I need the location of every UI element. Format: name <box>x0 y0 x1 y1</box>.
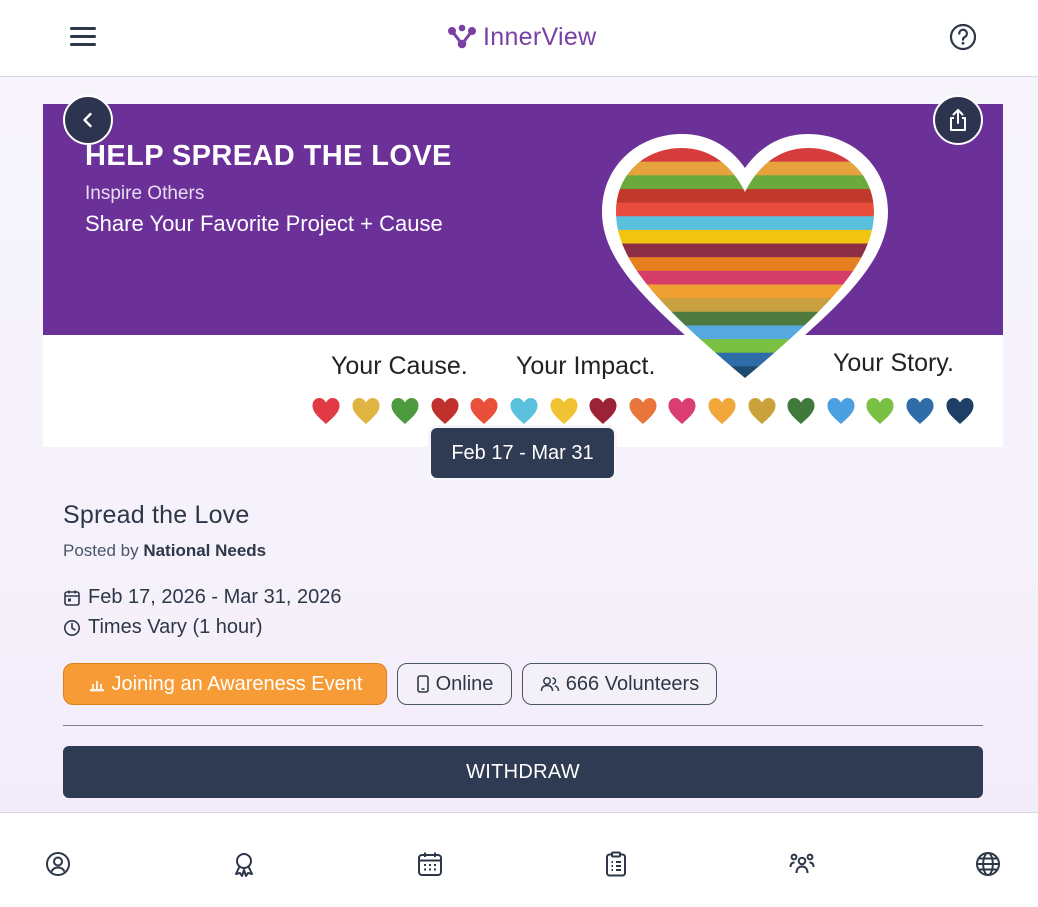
bottom-tab-bar <box>0 812 1038 907</box>
users-icon <box>540 677 560 692</box>
heart-stripe <box>616 298 874 313</box>
small-heart-icon <box>827 398 855 424</box>
small-heart-icon <box>431 398 459 424</box>
banner-headline: HELP SPREAD THE LOVE <box>85 140 452 172</box>
small-heart-icon <box>352 398 380 424</box>
heart-stripe <box>616 325 874 340</box>
heart-stripe <box>616 311 874 327</box>
banner-subline-2: Share Your Favorite Project + Cause <box>85 211 443 236</box>
hamburger-menu-icon[interactable] <box>66 24 100 52</box>
clipboard-icon[interactable] <box>602 850 630 878</box>
phone-icon <box>416 675 429 693</box>
heart-stripe <box>616 243 874 258</box>
logo-text: InnerView <box>483 22 597 51</box>
rainbow-heart-icon <box>602 134 888 386</box>
category-tag-label: Joining an Awareness Event <box>111 672 363 695</box>
category-tag[interactable]: Joining an Awareness Event <box>63 663 387 705</box>
profile-icon[interactable] <box>44 850 72 878</box>
award-icon[interactable] <box>230 850 258 878</box>
heart-stripe <box>616 216 874 231</box>
share-button[interactable] <box>933 95 983 145</box>
small-heart-icon <box>470 398 498 424</box>
withdraw-button[interactable]: WITHDRAW <box>63 746 983 798</box>
chevron-left-icon <box>83 112 92 128</box>
banner-tag-impact: Your Impact. <box>516 352 656 380</box>
small-heart-icon <box>391 398 419 424</box>
logo-icon <box>448 24 476 49</box>
online-tag[interactable]: Online <box>397 663 512 705</box>
small-heart-icon <box>866 398 894 424</box>
clock-icon <box>64 619 80 636</box>
organization-name[interactable]: National Needs <box>143 541 266 560</box>
globe-icon[interactable] <box>974 850 1002 878</box>
banner-tag-cause: Your Cause. <box>331 352 468 380</box>
small-hearts-row <box>311 396 984 426</box>
event-banner-image: HELP SPREAD THE LOVE Inspire Others Shar… <box>43 104 1003 447</box>
heart-stripe <box>616 229 874 245</box>
event-date-row: Feb 17, 2026 - Mar 31, 2026 <box>63 586 342 609</box>
small-heart-icon <box>589 398 617 424</box>
small-heart-icon <box>748 398 776 424</box>
small-heart-icon <box>668 398 696 424</box>
share-icon <box>950 109 966 131</box>
online-tag-label: Online <box>435 672 494 695</box>
event-title: Spread the Love <box>63 501 250 529</box>
help-circle-icon[interactable] <box>947 21 979 53</box>
back-button[interactable] <box>63 95 113 145</box>
small-heart-icon <box>906 398 934 424</box>
posted-by-prefix: Posted by <box>63 541 144 560</box>
small-heart-icon <box>550 398 578 424</box>
awareness-icon <box>89 681 104 692</box>
small-heart-icon <box>708 398 736 424</box>
heart-stripe <box>616 257 874 272</box>
volunteers-tag[interactable]: 666 Volunteers <box>522 663 717 705</box>
small-heart-icon <box>946 398 973 424</box>
community-icon[interactable] <box>788 850 816 878</box>
app-header: InnerView <box>0 0 1038 77</box>
calendar-tab-icon[interactable] <box>416 850 444 878</box>
date-range-chip: Feb 17 - Mar 31 <box>431 428 614 478</box>
event-time-row: Times Vary (1 hour) <box>63 616 262 639</box>
app-logo[interactable]: InnerView <box>447 20 596 54</box>
event-date-range: Feb 17, 2026 - Mar 31, 2026 <box>88 586 342 608</box>
small-heart-icon <box>312 398 340 424</box>
calendar-icon <box>64 590 80 606</box>
small-heart-icon <box>787 398 815 424</box>
banner-tag-story: Your Story. <box>833 349 954 377</box>
posted-by-line: Posted by National Needs <box>63 541 266 561</box>
small-heart-icon <box>510 398 538 424</box>
volunteers-tag-label: 666 Volunteers <box>565 672 700 695</box>
heart-stripe <box>616 202 874 217</box>
banner-subline-1: Inspire Others <box>85 183 205 204</box>
section-divider <box>63 725 983 726</box>
small-heart-icon <box>629 398 657 424</box>
event-times: Times Vary (1 hour) <box>88 616 263 638</box>
